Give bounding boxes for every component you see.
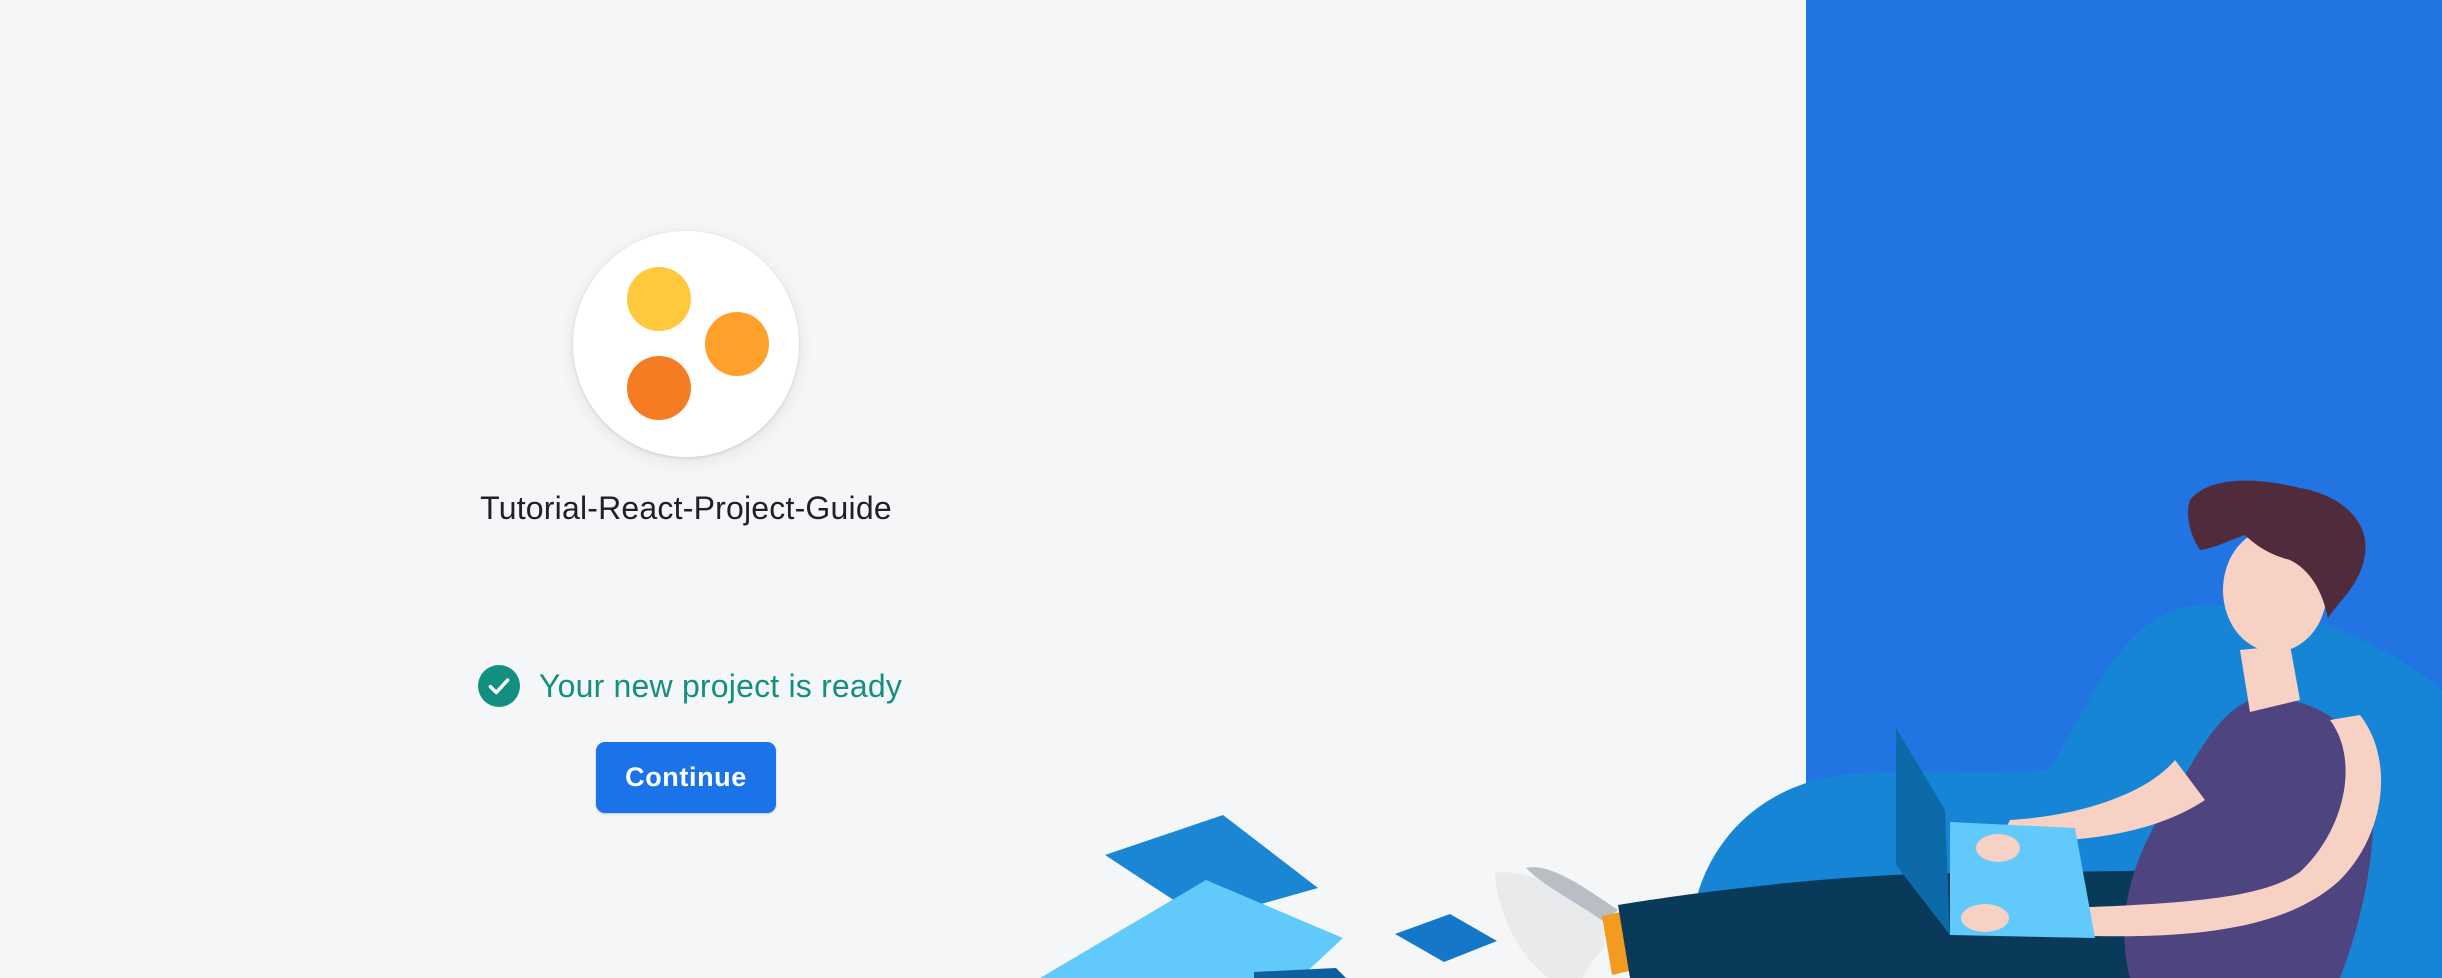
check-circle-icon xyxy=(478,665,520,707)
logo-dot-yellow xyxy=(627,267,691,331)
status-row: Your new project is ready xyxy=(478,664,902,708)
continue-button[interactable]: Continue xyxy=(596,742,776,813)
project-ready-page: Tutorial-React-Project-Guide Your new pr… xyxy=(0,0,2442,978)
paper-sheet-3 xyxy=(1395,914,1497,962)
main-content: Tutorial-React-Project-Guide Your new pr… xyxy=(0,0,1370,978)
hand-front xyxy=(1961,904,2009,932)
status-message: Your new project is ready xyxy=(539,667,903,704)
shoe-shape xyxy=(1495,872,1604,978)
neck-shape xyxy=(2240,645,2300,712)
project-logo xyxy=(573,231,799,457)
logo-dot-orange xyxy=(705,312,769,376)
hand-back xyxy=(1976,834,2020,862)
logo-dot-dark-orange xyxy=(627,356,691,420)
project-name: Tutorial-React-Project-Guide xyxy=(480,490,892,526)
